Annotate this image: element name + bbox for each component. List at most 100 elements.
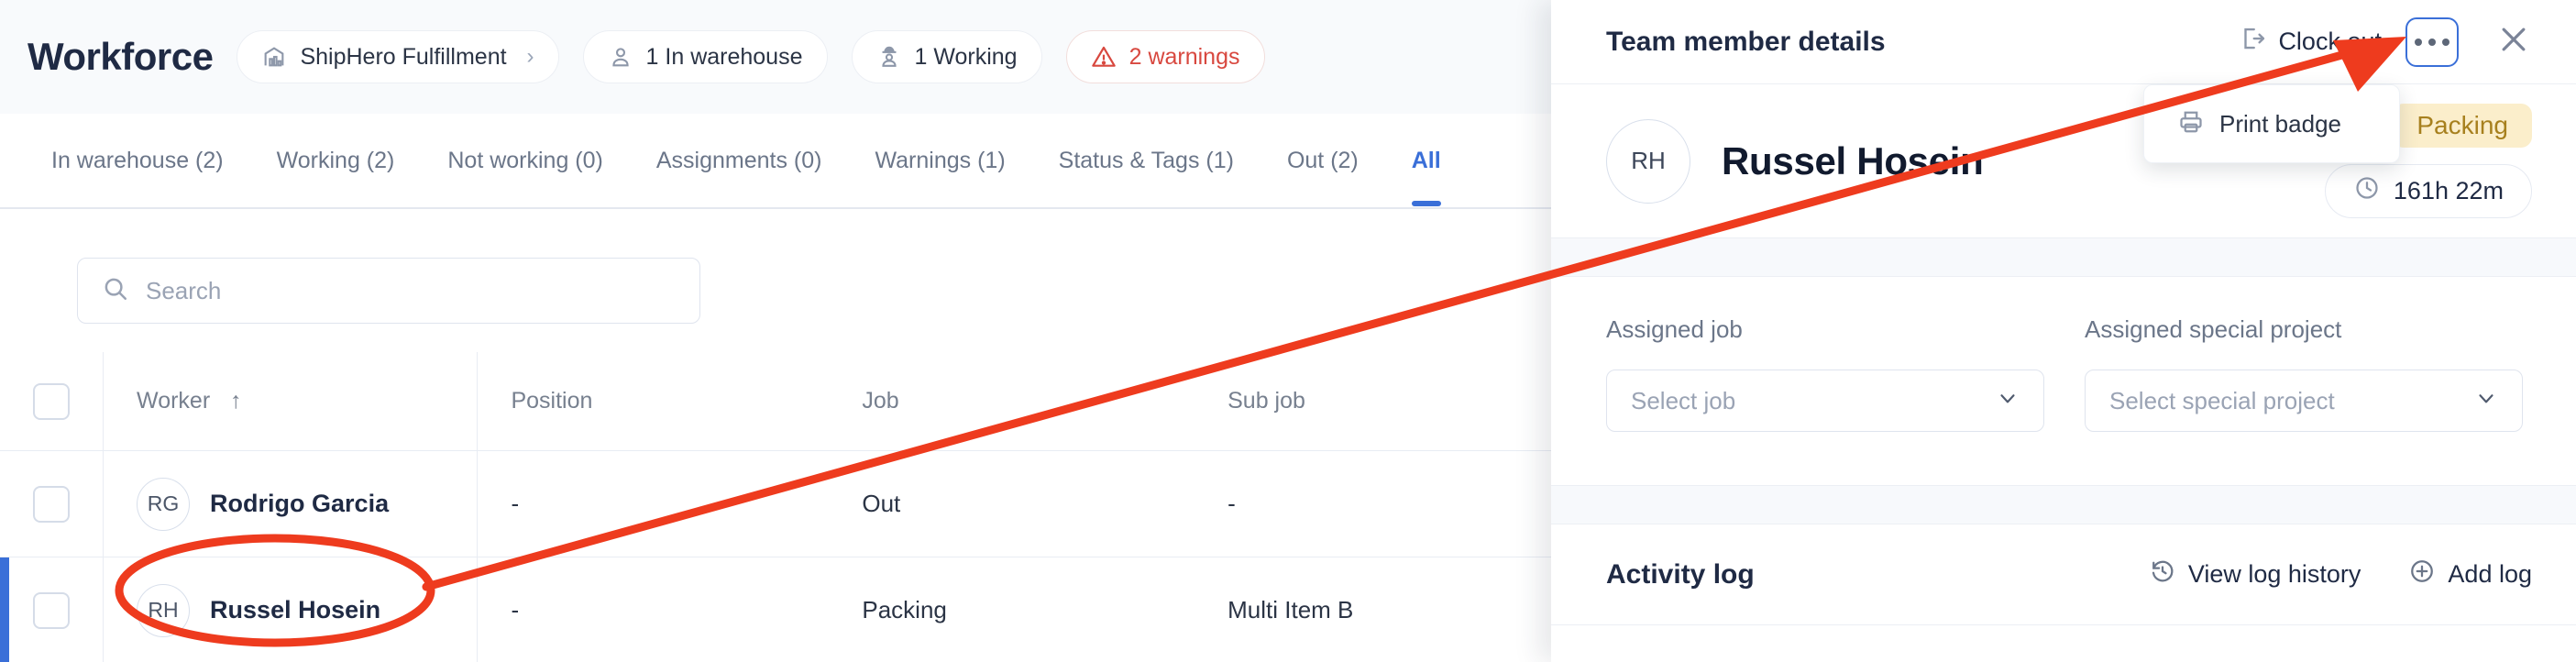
clock-icon [2353, 174, 2381, 208]
tab-working[interactable]: Working (2) [277, 115, 395, 206]
column-header-sub-job-label: Sub job [1227, 388, 1305, 414]
chip-warnings[interactable]: 2 warnings [1065, 30, 1265, 83]
add-log-label: Add log [2448, 560, 2532, 588]
tab-in-warehouse[interactable]: In warehouse (2) [51, 115, 224, 206]
search-box[interactable]: Search [77, 258, 700, 324]
assigned-job-label: Assigned job [1606, 315, 1743, 343]
member-profile: RH Russel Hosein Packing 161h 22m [1551, 84, 2576, 238]
search-input[interactable]: Search [146, 277, 221, 305]
chevron-down-icon [2474, 386, 2498, 416]
avatar: RH [137, 583, 191, 637]
worker-helmet-icon [876, 44, 902, 70]
workforce-main-area: Workforce ShipHero Fulfillment › 1 In wa… [0, 0, 1551, 662]
chevron-down-icon [1996, 386, 2020, 416]
time-worked-chip: 161h 22m [2324, 164, 2532, 218]
clock-out-button[interactable]: Clock out [2240, 25, 2382, 59]
view-log-history-label: View log history [2187, 560, 2361, 588]
activity-log-section: Activity log View log history Add log [1551, 524, 2576, 625]
row-sub-job-value: Multi Item B [1227, 596, 1354, 623]
workers-table: Worker ↑ Position Job Sub job RG Rodrigo… [0, 352, 1551, 662]
column-header-job[interactable]: Job [862, 352, 1227, 450]
assigned-special-project-select[interactable]: Select special project [2085, 370, 2523, 432]
row-job-cell: Packing [862, 557, 1227, 662]
select-all-checkbox-cell[interactable] [0, 352, 105, 450]
row-sub-job-value: - [1227, 490, 1236, 517]
chevron-right-icon: › [526, 44, 534, 69]
assigned-special-project-field: Assigned special project Select special … [2085, 315, 2523, 485]
row-position-value: - [511, 596, 520, 623]
warehouse-icon [261, 44, 287, 70]
column-header-worker-label: Worker [137, 388, 211, 414]
column-header-position[interactable]: Position [478, 352, 862, 450]
chip-working-label: 1 Working [914, 43, 1018, 70]
clock-out-label: Clock out [2278, 28, 2382, 55]
tab-out[interactable]: Out (2) [1287, 115, 1359, 206]
row-sub-job-cell: Multi Item B [1227, 557, 1551, 662]
sort-ascending-icon[interactable]: ↑ [230, 388, 242, 414]
search-icon [102, 275, 129, 307]
tab-status-and-tags[interactable]: Status & Tags (1) [1059, 115, 1234, 206]
activity-log-title: Activity log [1606, 558, 1755, 590]
panel-section-divider [1551, 486, 2576, 524]
ellipsis-icon [2428, 38, 2436, 46]
row-sub-job-cell: - [1227, 451, 1551, 557]
tab-not-working[interactable]: Not working (0) [447, 115, 603, 206]
table-row[interactable]: RH Russel Hosein - Packing Multi Item B [0, 557, 1551, 662]
column-header-position-label: Position [511, 388, 593, 414]
ellipsis-icon [2442, 38, 2449, 46]
row-checkbox[interactable] [33, 485, 71, 523]
time-worked-value: 161h 22m [2393, 177, 2504, 204]
assigned-job-select[interactable]: Select job [1606, 370, 2044, 432]
assigned-job-placeholder: Select job [1631, 386, 1736, 414]
close-icon [2495, 21, 2532, 62]
chip-working[interactable]: 1 Working [851, 30, 1042, 83]
panel-title: Team member details [1606, 26, 1886, 57]
panel-header: Team member details Clock out [1551, 0, 2576, 84]
member-name: Russel Hosein [1722, 138, 1984, 182]
assigned-special-project-placeholder: Select special project [2109, 386, 2335, 414]
assigned-job-field: Assigned job Select job [1606, 315, 2044, 485]
column-header-worker[interactable]: Worker ↑ [104, 352, 479, 450]
panel-section-divider [1551, 238, 2576, 277]
row-position-value: - [511, 490, 520, 517]
chip-in-warehouse[interactable]: 1 In warehouse [582, 30, 828, 83]
assigned-special-project-label: Assigned special project [2085, 315, 2342, 343]
ellipsis-icon [2415, 38, 2422, 46]
row-checkbox-cell[interactable] [0, 451, 105, 557]
more-menu-dropdown[interactable]: Print badge [2143, 84, 2400, 163]
row-worker-cell[interactable]: RG Rodrigo Garcia [104, 451, 479, 557]
row-position-cell: - [478, 451, 862, 557]
plus-circle-icon [2408, 557, 2436, 591]
column-header-job-label: Job [862, 388, 899, 414]
assigned-section: Assigned job Select job Assigned special… [1551, 277, 2576, 486]
tab-assignments[interactable]: Assignments (0) [656, 115, 822, 206]
tab-bar: In warehouse (2) Working (2) Not working… [0, 114, 1551, 209]
page-header: Workforce ShipHero Fulfillment › 1 In wa… [0, 0, 1551, 114]
more-menu-button[interactable] [2405, 17, 2459, 67]
view-log-history-button[interactable]: View log history [2149, 557, 2361, 591]
tab-warnings[interactable]: Warnings (1) [875, 115, 1005, 206]
tab-all[interactable]: All [1411, 115, 1441, 206]
worker-name: Russel Hosein [210, 596, 381, 623]
chip-in-warehouse-label: 1 In warehouse [645, 43, 803, 70]
close-panel-button[interactable] [2495, 21, 2532, 62]
printer-icon [2177, 108, 2205, 140]
print-badge-menu-item[interactable]: Print badge [2219, 110, 2341, 138]
column-header-sub-job[interactable]: Sub job [1227, 352, 1551, 450]
chip-organization[interactable]: ShipHero Fulfillment › [237, 30, 559, 83]
chip-warnings-label: 2 warnings [1128, 43, 1240, 70]
row-checkbox[interactable] [33, 591, 71, 629]
app-root: Workforce ShipHero Fulfillment › 1 In wa… [0, 0, 2576, 662]
row-selected-indicator [0, 557, 9, 662]
history-icon [2149, 557, 2176, 591]
row-worker-cell[interactable]: RH Russel Hosein [104, 557, 479, 662]
avatar: RG [137, 477, 191, 531]
row-job-value: Packing [862, 596, 947, 623]
page-title: Workforce [28, 35, 214, 78]
row-job-value: Out [862, 490, 901, 517]
add-log-button[interactable]: Add log [2408, 557, 2532, 591]
table-row[interactable]: RG Rodrigo Garcia - Out - [0, 451, 1551, 557]
row-checkbox-cell[interactable] [0, 557, 105, 662]
warning-triangle-icon [1091, 44, 1117, 70]
select-all-checkbox[interactable] [33, 382, 71, 420]
